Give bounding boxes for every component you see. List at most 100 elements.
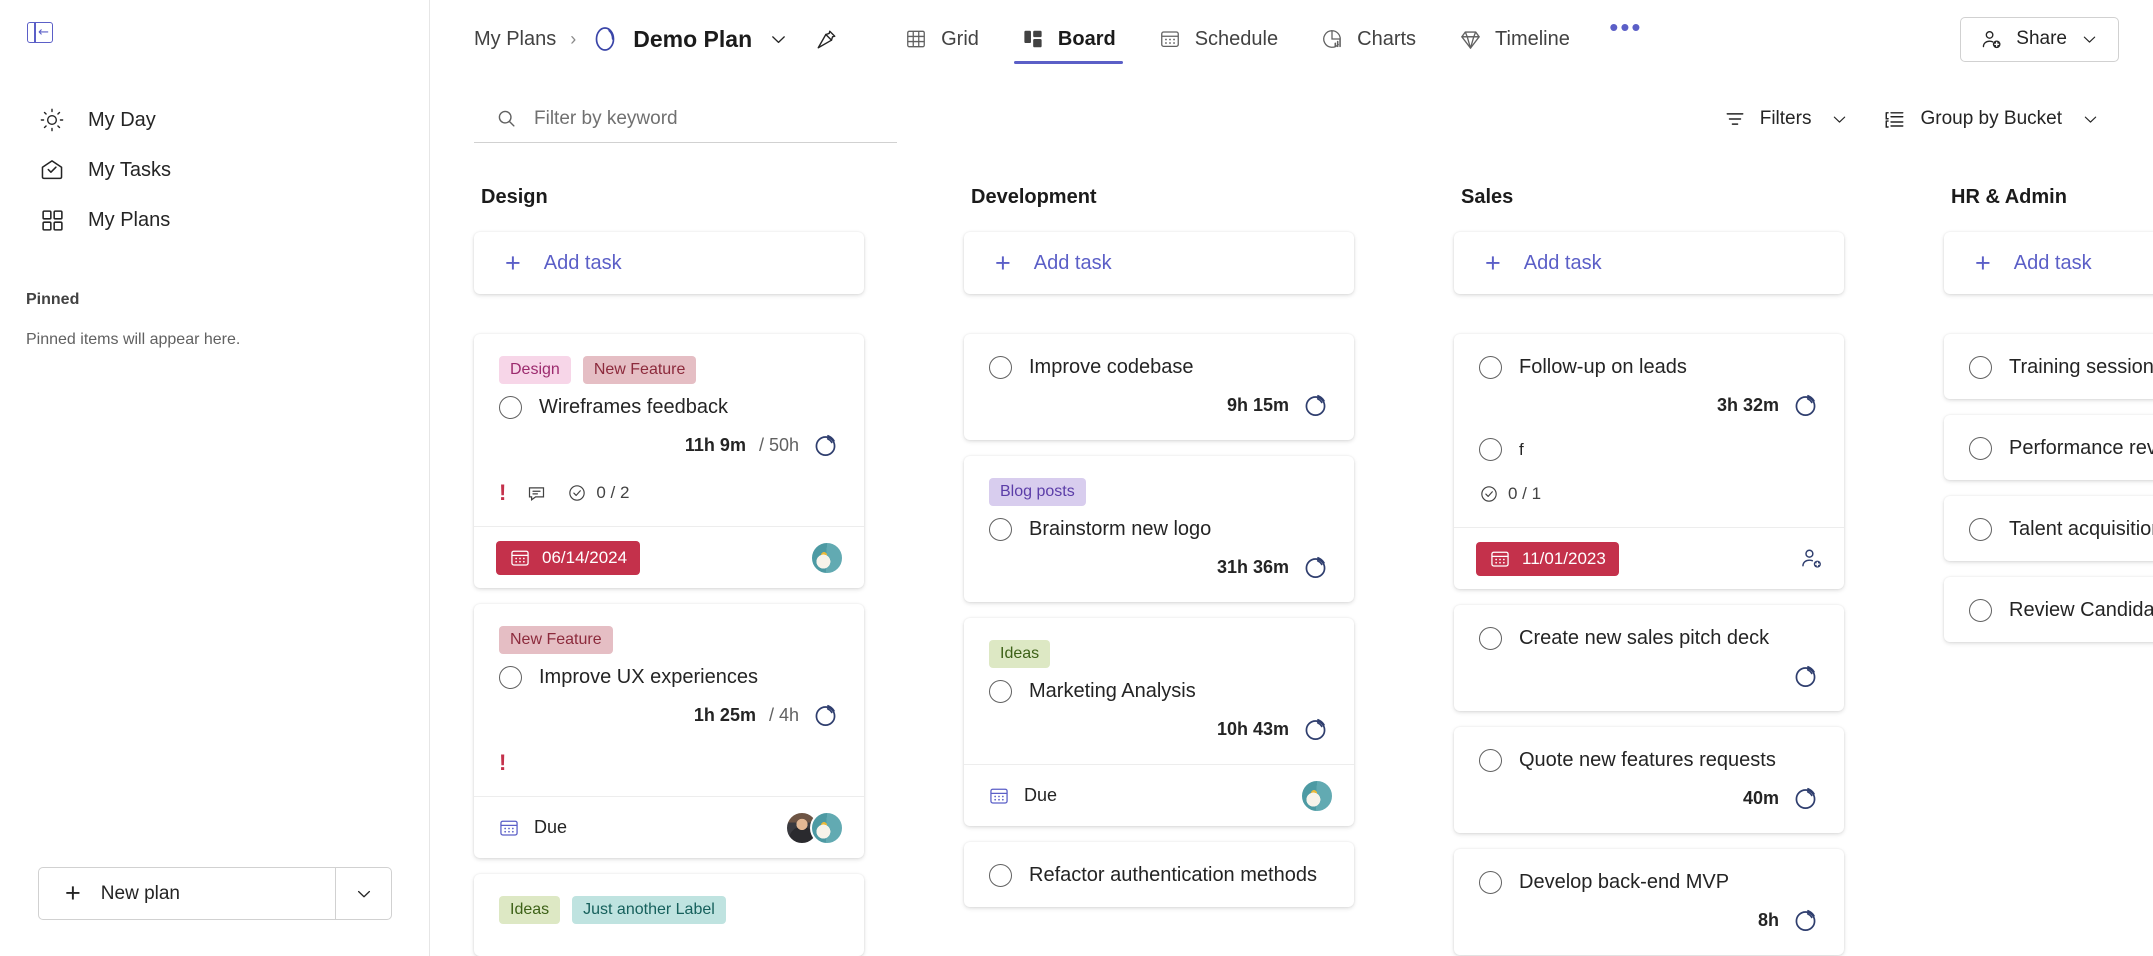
task-card[interactable]: Refactor authentication methods (964, 842, 1354, 907)
group-by-button[interactable]: Group by Bucket (1866, 96, 2117, 142)
tab-board[interactable]: Board (1000, 0, 1137, 78)
timer-start-icon[interactable] (1302, 554, 1329, 581)
priority-urgent-icon: ! (499, 752, 506, 774)
sidebar-item-my-plans[interactable]: My Plans (10, 195, 419, 245)
tab-label: Board (1058, 28, 1116, 51)
timer-start-icon[interactable] (1302, 392, 1329, 419)
task-card[interactable]: Improve codebase 9h 15m (964, 334, 1354, 440)
avatar[interactable] (1300, 779, 1334, 813)
due-label: Due (534, 817, 567, 838)
task-complete-checkbox[interactable] (1479, 871, 1502, 894)
tasks-home-icon (38, 156, 66, 184)
tab-charts[interactable]: Charts (1299, 0, 1437, 78)
tab-grid[interactable]: Grid (883, 0, 1000, 78)
column-title: HR & Admin (1944, 186, 2153, 212)
task-card[interactable]: Ideas Just another Label (474, 874, 864, 956)
comment-icon[interactable] (526, 483, 547, 504)
task-complete-checkbox[interactable] (1479, 749, 1502, 772)
page-title[interactable]: Demo Plan (633, 26, 752, 53)
task-complete-checkbox[interactable] (989, 680, 1012, 703)
task-card[interactable]: Blog posts Brainstorm new logo 31h 36m (964, 456, 1354, 602)
more-options-icon[interactable]: ••• (1599, 0, 1653, 54)
subtask-title: f (1519, 440, 1524, 460)
label-chip[interactable]: New Feature (583, 356, 697, 384)
task-card[interactable]: Training sessions (1944, 334, 2153, 399)
task-card[interactable]: Create new sales pitch deck (1454, 605, 1844, 711)
avatar[interactable] (810, 811, 844, 845)
tab-timeline[interactable]: Timeline (1437, 0, 1591, 78)
due-date-button[interactable]: Due (986, 785, 1057, 807)
timer-start-icon[interactable] (1792, 392, 1819, 419)
label-chip[interactable]: New Feature (499, 626, 613, 654)
filter-icon (1724, 108, 1746, 130)
task-card[interactable]: Ideas Marketing Analysis 10h 43m Due (964, 618, 1354, 826)
task-title-row: Quote new features requests (1479, 749, 1819, 772)
tab-label: Grid (941, 28, 979, 51)
due-date-button[interactable]: Due (496, 817, 567, 839)
task-card[interactable]: Follow-up on leads 3h 32m f 0 / 1 11/01/… (1454, 334, 1844, 589)
sidebar-item-my-tasks[interactable]: My Tasks (10, 145, 419, 195)
task-complete-checkbox[interactable] (1969, 518, 1992, 541)
share-button[interactable]: Share (1960, 17, 2119, 62)
timer-start-icon[interactable] (1792, 907, 1819, 934)
add-task-button[interactable]: + Add task (964, 232, 1354, 294)
task-complete-checkbox[interactable] (1479, 356, 1502, 379)
pin-icon[interactable] (815, 28, 838, 51)
task-complete-checkbox[interactable] (1969, 599, 1992, 622)
task-card[interactable]: New Feature Improve UX experiences 1h 25… (474, 604, 864, 858)
due-date-badge[interactable]: 11/01/2023 (1476, 542, 1619, 576)
plan-dropdown-chevron-down-icon[interactable] (768, 29, 789, 50)
label-chip[interactable]: Just another Label (572, 896, 726, 924)
time-tracking-row: 40m (1479, 783, 1819, 813)
board-columns[interactable]: Design+ Add taskDesignNew Feature Wirefr… (430, 160, 2153, 956)
task-card[interactable]: DesignNew Feature Wireframes feedback 11… (474, 334, 864, 588)
task-card[interactable]: Talent acquisition (1944, 496, 2153, 561)
filters-button[interactable]: Filters (1707, 96, 1867, 142)
task-card[interactable]: Develop back-end MVP 8h (1454, 849, 1844, 955)
timer-start-icon[interactable] (812, 702, 839, 729)
person-add-icon (1980, 28, 2003, 51)
task-complete-checkbox[interactable] (499, 396, 522, 419)
app-root: ← My Day My Tasks (0, 0, 2153, 956)
label-chip[interactable]: Ideas (499, 896, 560, 924)
label-chip[interactable]: Blog posts (989, 478, 1086, 506)
task-complete-checkbox[interactable] (1969, 437, 1992, 460)
search-input[interactable] (534, 108, 891, 130)
task-card-body: Quote new features requests 40m (1454, 727, 1844, 833)
task-card[interactable]: Performance reviews (1944, 415, 2153, 480)
plus-icon: + (1485, 250, 1501, 277)
task-card[interactable]: Review Candidates (1944, 577, 2153, 642)
time-estimate: / 4h (769, 705, 799, 726)
subtask-checkbox[interactable] (1479, 438, 1502, 461)
new-plan-dropdown-button[interactable] (335, 868, 391, 919)
add-task-button[interactable]: + Add task (1944, 232, 2153, 294)
add-task-button[interactable]: + Add task (474, 232, 864, 294)
task-complete-checkbox[interactable] (1969, 356, 1992, 379)
new-plan-button[interactable]: + New plan (39, 868, 335, 919)
task-card[interactable]: Quote new features requests 40m (1454, 727, 1844, 833)
timer-start-icon[interactable] (1792, 785, 1819, 812)
label-chip[interactable]: Design (499, 356, 571, 384)
task-title-row: Create new sales pitch deck (1479, 627, 1819, 650)
timer-start-icon[interactable] (1302, 716, 1329, 743)
tab-schedule[interactable]: Schedule (1137, 0, 1299, 78)
task-complete-checkbox[interactable] (989, 356, 1012, 379)
due-date-badge[interactable]: 06/14/2024 (496, 541, 640, 575)
task-complete-checkbox[interactable] (989, 864, 1012, 887)
timer-start-icon[interactable] (1792, 663, 1819, 690)
task-meta-row: ! 0 / 2 (499, 480, 839, 506)
task-title-row: Improve UX experiences (499, 666, 839, 689)
breadcrumb-my-plans-link[interactable]: My Plans (474, 28, 556, 51)
sidebar-item-my-day[interactable]: My Day (10, 95, 419, 145)
add-task-button[interactable]: + Add task (1454, 232, 1844, 294)
panel-collapse-icon[interactable]: ← (27, 22, 53, 43)
task-title-row: Follow-up on leads (1479, 356, 1819, 379)
assign-person-icon[interactable] (1799, 546, 1824, 571)
timer-start-icon[interactable] (812, 432, 839, 459)
label-chip[interactable]: Ideas (989, 640, 1050, 668)
breadcrumb: My Plans › Demo Plan (474, 24, 838, 54)
task-complete-checkbox[interactable] (499, 666, 522, 689)
avatar[interactable] (810, 541, 844, 575)
task-complete-checkbox[interactable] (1479, 627, 1502, 650)
task-complete-checkbox[interactable] (989, 518, 1012, 541)
